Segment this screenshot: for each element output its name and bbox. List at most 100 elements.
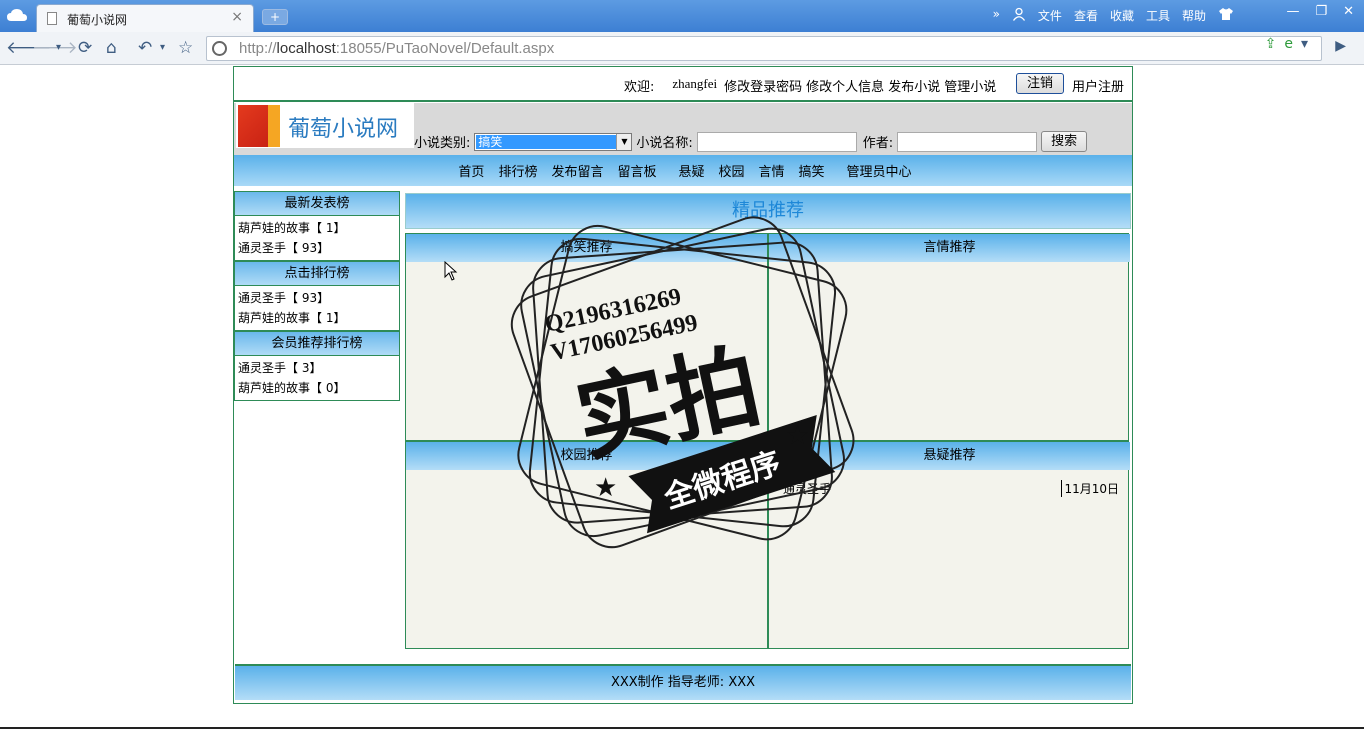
logout-button[interactable]: 注销 bbox=[1016, 73, 1064, 94]
nav-message-board[interactable]: 留言板 bbox=[617, 161, 656, 180]
browser-menu: » 文件 查看 收藏 工具 帮助 bbox=[993, 7, 1234, 24]
sidebar: 最新发表榜 葫芦娃的故事【 1】 通灵圣手【 93】 点击排行榜 通灵圣手【 9… bbox=[234, 191, 400, 401]
window-controls: — ❐ ✕ bbox=[1286, 4, 1354, 19]
nav-campus[interactable]: 校园 bbox=[719, 161, 745, 180]
more-icon[interactable]: » bbox=[993, 7, 1000, 24]
sidebar-list: 通灵圣手【 3】 葫芦娃的故事【 0】 bbox=[234, 356, 400, 401]
recommend-panel: 校园推荐 bbox=[406, 442, 767, 649]
panel-title: 校园推荐 bbox=[406, 442, 767, 470]
menu-tools[interactable]: 工具 bbox=[1146, 7, 1170, 24]
recommend-grid: 搞笑推荐 言情推荐 校园推荐 悬疑推荐 通灵圣手 11月10日 bbox=[405, 233, 1130, 649]
user-topbar: 欢迎: zhangfei 修改登录密码 修改个人信息 发布小说 管理小说 注销 … bbox=[234, 67, 1132, 102]
menu-view[interactable]: 查看 bbox=[1074, 7, 1098, 24]
site-footer: XXX制作 指导老师: XXX bbox=[235, 664, 1131, 700]
novel-title-link[interactable]: 通灵圣手 bbox=[783, 480, 831, 497]
recommend-panel: 搞笑推荐 bbox=[406, 234, 767, 441]
chevron-down-icon[interactable]: ▾ bbox=[160, 42, 165, 53]
browser-tab-bar: 葡萄小说网 × + » 文件 查看 收藏 工具 帮助 — ❐ ✕ bbox=[0, 0, 1364, 32]
author-label: 作者: bbox=[862, 136, 894, 151]
url-text: http://localhost:18055/PuTaoNovel/Defaul… bbox=[239, 40, 555, 57]
author-input[interactable] bbox=[897, 131, 1038, 152]
panel-title: 言情推荐 bbox=[769, 234, 1130, 262]
search-button[interactable]: 搜索 bbox=[1041, 131, 1088, 152]
main-content: 精品推荐 搞笑推荐 言情推荐 校园推荐 悬疑推荐 通灵圣手 11月10日 bbox=[405, 193, 1131, 649]
username: zhangfei bbox=[672, 76, 718, 91]
panel-title: 悬疑推荐 bbox=[769, 442, 1130, 470]
site-logo[interactable]: 葡萄小说网 bbox=[236, 103, 414, 148]
nav-admin-center[interactable]: 管理员中心 bbox=[847, 161, 912, 180]
menu-favorites[interactable]: 收藏 bbox=[1110, 7, 1134, 24]
welcome-area: 欢迎: zhangfei 修改登录密码 修改个人信息 发布小说 管理小说 bbox=[624, 76, 996, 95]
category-label: 小说类别: bbox=[414, 136, 471, 151]
refresh-icon[interactable]: ⟳ bbox=[78, 38, 92, 58]
publish-novel-link[interactable]: 发布小说 bbox=[888, 76, 940, 95]
search-bar: 小说类别: 搞笑 ▼ 小说名称: 作者: 搜索 bbox=[414, 131, 1088, 152]
shield-icon bbox=[212, 41, 227, 56]
list-item[interactable]: 葫芦娃的故事【 1】 bbox=[238, 218, 396, 238]
star-icon[interactable]: ☆ bbox=[178, 38, 193, 58]
list-item[interactable]: 通灵圣手【 3】 bbox=[238, 358, 396, 378]
forward-arrow-icon[interactable]: 🡒 bbox=[32, 38, 78, 58]
novel-name-input[interactable] bbox=[696, 131, 857, 152]
share-icon[interactable]: ⇪ bbox=[1265, 36, 1277, 52]
ie-icon[interactable]: e bbox=[1284, 36, 1293, 52]
edit-profile-link[interactable]: 修改个人信息 bbox=[806, 76, 884, 95]
tab-title: 葡萄小说网 bbox=[67, 13, 128, 27]
minimize-button[interactable]: — bbox=[1286, 4, 1299, 19]
nav-comedy[interactable]: 搞笑 bbox=[799, 161, 825, 180]
novel-name-label: 小说名称: bbox=[636, 136, 693, 151]
sidebar-section-title: 点击排行榜 bbox=[234, 261, 400, 286]
browser-tab[interactable]: 葡萄小说网 × bbox=[36, 4, 254, 32]
sidebar-section-title: 最新发表榜 bbox=[234, 191, 400, 216]
list-item[interactable]: 通灵圣手【 93】 bbox=[238, 238, 396, 258]
list-item[interactable]: 葫芦娃的故事【 1】 bbox=[238, 308, 396, 328]
nav-mystery[interactable]: 悬疑 bbox=[678, 161, 704, 180]
recommend-panel: 言情推荐 bbox=[769, 234, 1130, 441]
publish-date: 11月10日 bbox=[1061, 480, 1119, 497]
chevron-down-icon[interactable]: ▼ bbox=[616, 133, 632, 150]
go-icon[interactable]: ▶ bbox=[1335, 38, 1346, 54]
nav-home[interactable]: 首页 bbox=[458, 161, 484, 180]
mouse-cursor-icon bbox=[444, 261, 458, 281]
chevron-down-icon[interactable]: ▾ bbox=[56, 42, 61, 53]
register-link[interactable]: 用户注册 bbox=[1072, 76, 1124, 95]
bullet-icon bbox=[775, 483, 780, 491]
list-item[interactable]: 葫芦娃的故事【 0】 bbox=[238, 378, 396, 398]
url-field[interactable]: http://localhost:18055/PuTaoNovel/Defaul… bbox=[206, 36, 1322, 61]
close-window-button[interactable]: ✕ bbox=[1343, 4, 1354, 19]
divider bbox=[406, 440, 1128, 442]
recommend-panel: 悬疑推荐 通灵圣手 11月10日 bbox=[769, 442, 1130, 649]
undo-icon[interactable]: ↶ bbox=[138, 38, 152, 58]
panel-title: 搞笑推荐 bbox=[406, 234, 767, 262]
site-header: 葡萄小说网 小说类别: 搞笑 ▼ 小说名称: 作者: 搜索 bbox=[234, 103, 1132, 155]
url-actions: ⇪ e ▾ bbox=[1265, 36, 1308, 52]
new-tab-button[interactable]: + bbox=[262, 9, 288, 25]
menu-help[interactable]: 帮助 bbox=[1182, 7, 1206, 24]
section-title: 精品推荐 bbox=[405, 193, 1131, 229]
welcome-label: 欢迎: bbox=[624, 80, 655, 95]
shirt-icon[interactable] bbox=[1218, 7, 1234, 24]
restore-button[interactable]: ❐ bbox=[1315, 4, 1327, 19]
sidebar-list: 通灵圣手【 93】 葫芦娃的故事【 1】 bbox=[234, 286, 400, 331]
home-icon[interactable]: ⌂ bbox=[106, 38, 117, 58]
cloud-icon[interactable] bbox=[6, 7, 28, 23]
manage-novel-link[interactable]: 管理小说 bbox=[944, 76, 996, 95]
menu-file[interactable]: 文件 bbox=[1038, 7, 1062, 24]
nav-romance[interactable]: 言情 bbox=[759, 161, 785, 180]
logo-text: 葡萄小说网 bbox=[288, 117, 399, 142]
user-icon[interactable] bbox=[1012, 7, 1026, 24]
nav-ranking[interactable]: 排行榜 bbox=[498, 161, 537, 180]
main-nav: 首页 排行榜 发布留言 留言板 悬疑 校园 言情 搞笑 管理员中心 bbox=[234, 155, 1132, 186]
category-select[interactable]: 搞笑 ▼ bbox=[474, 132, 633, 151]
logo-mark bbox=[238, 105, 280, 147]
close-icon[interactable]: × bbox=[231, 9, 243, 25]
page-container: 欢迎: zhangfei 修改登录密码 修改个人信息 发布小说 管理小说 注销 … bbox=[233, 66, 1133, 704]
page-icon bbox=[47, 12, 57, 25]
sidebar-list: 葫芦娃的故事【 1】 通灵圣手【 93】 bbox=[234, 216, 400, 261]
nav-post-message[interactable]: 发布留言 bbox=[551, 161, 603, 180]
chevron-down-icon[interactable]: ▾ bbox=[1301, 36, 1308, 52]
category-selected-value: 搞笑 bbox=[476, 134, 617, 149]
sidebar-section-title: 会员推荐排行榜 bbox=[234, 331, 400, 356]
change-password-link[interactable]: 修改登录密码 bbox=[724, 76, 802, 95]
list-item[interactable]: 通灵圣手【 93】 bbox=[238, 288, 396, 308]
